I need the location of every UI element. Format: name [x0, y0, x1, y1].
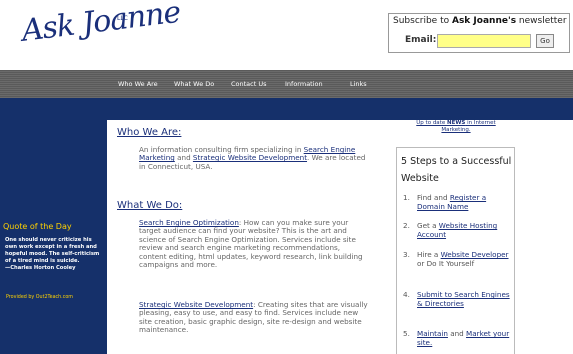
quote-title: Quote of the Day — [3, 222, 72, 231]
step-number: 1. — [403, 193, 410, 202]
logo-llc-mark: LLC — [117, 15, 128, 22]
newsletter-signup: Subscribe to Ask Joanne's newsletter Ema… — [388, 13, 570, 53]
who-we-are-heading: Who We Are: — [117, 127, 182, 138]
step-mid: and — [447, 329, 467, 338]
step-text: Get a Website Hosting Account — [417, 221, 513, 239]
nav-what-we-do[interactable]: What We Do — [174, 80, 214, 88]
nav-who-we-are[interactable]: Who We Are — [118, 80, 158, 88]
page-header: Ask Joanne LLC Subscribe to Ask Joanne's… — [0, 0, 573, 70]
what-we-do-heading: What We Do: — [117, 200, 183, 211]
seo-text: : How can you make sure your target audi… — [139, 218, 363, 270]
email-row: Email: Go — [389, 32, 569, 52]
steps-title: 5 Steps to a Successful Website — [401, 156, 512, 184]
nav-bar: Who We Are What We Do Contact Us Informa… — [0, 70, 573, 98]
step-text: Hire a Website Developer or Do It Yourse… — [417, 250, 513, 268]
newsletter-title: Subscribe to Ask Joanne's newsletter — [393, 16, 567, 26]
newsletter-title-suffix: newsletter — [516, 16, 567, 26]
step-number: 4. — [403, 290, 410, 299]
seo-paragraph: Search Engine Optimization: How can you … — [139, 218, 369, 270]
five-steps-box: 5 Steps to a Successful Website 1. Find … — [396, 147, 515, 354]
step-text: Find and Register a Domain Name — [417, 193, 513, 211]
email-field[interactable] — [437, 34, 531, 48]
nav-links[interactable]: Links — [350, 80, 367, 88]
who-we-are-text: An information consulting firm specializ… — [139, 145, 367, 171]
quote-text: One should never criticize his own work … — [5, 237, 105, 272]
step-text: Maintain and Market your site. — [417, 329, 513, 347]
quote-body: One should never criticize his own work … — [5, 237, 100, 264]
quote-author: —Charles Horton Cooley — [5, 265, 76, 271]
newsletter-title-prefix: Subscribe to — [393, 16, 452, 26]
step-text: Submit to Search Engines & Directories — [417, 290, 513, 308]
news-bold: NEWS — [446, 120, 466, 126]
email-label: Email: — [405, 35, 437, 45]
step-post: or Do It Yourself — [417, 258, 475, 268]
swd-paragraph: Strategic Website Development: Creating … — [139, 300, 369, 335]
news-prefix: Up to date — [416, 120, 447, 126]
step-number: 2. — [403, 221, 410, 230]
submit-search-engines-link[interactable]: Submit to Search Engines & Directories — [417, 290, 510, 308]
nav-information[interactable]: Information — [285, 80, 323, 88]
newsletter-brand: Ask Joanne's — [451, 16, 517, 26]
step-number: 5. — [403, 329, 410, 338]
nav-contact-us[interactable]: Contact Us — [231, 80, 267, 88]
step-number: 3. — [403, 250, 410, 259]
go-button[interactable]: Go — [536, 34, 554, 48]
quote-credit[interactable]: Provided by Out2Teach.com — [6, 295, 73, 300]
news-link[interactable]: Up to date NEWS in Internet Marketing. — [416, 120, 496, 134]
site-logo[interactable]: Ask Joanne — [20, 0, 182, 49]
